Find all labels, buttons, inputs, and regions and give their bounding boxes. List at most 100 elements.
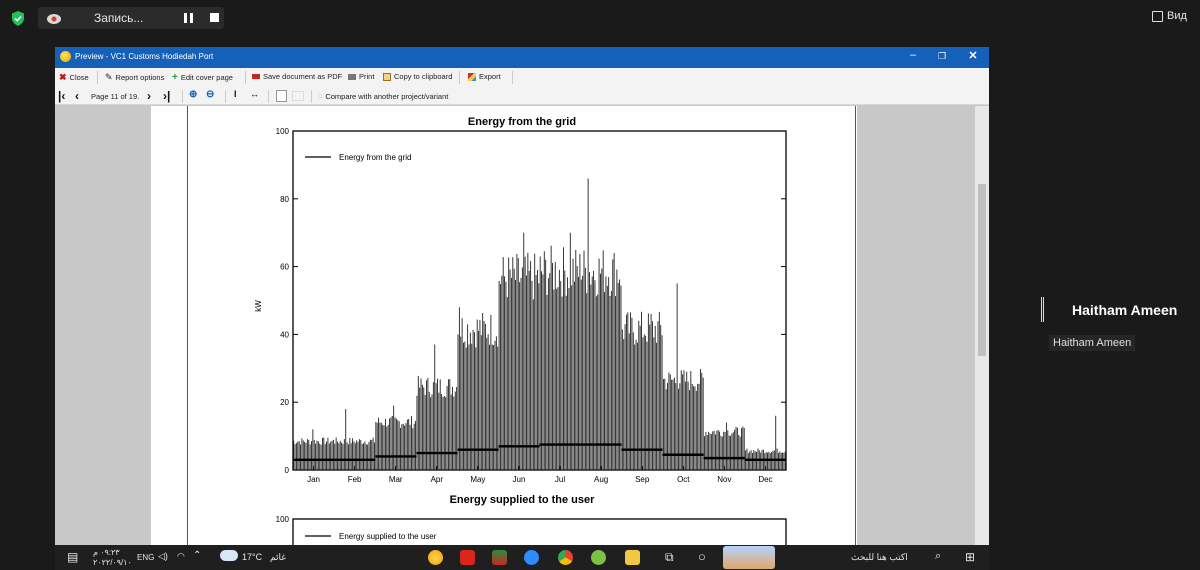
search-box[interactable]: اكتب هنا للبحث	[851, 552, 908, 563]
recording-label: Запись...	[94, 11, 144, 25]
edit-cover-button[interactable]: + Edit cover page	[172, 72, 233, 83]
weather-cloud-icon	[220, 550, 238, 561]
fit-height-icon[interactable]: I	[234, 89, 237, 99]
toolbar-navigation: |‹ ‹ Page 11 of 19. › ›| ⊕ ⊖ I ↔ :: Comp…	[55, 87, 989, 105]
clock-time[interactable]: ٠٩:٢٣ م	[93, 548, 120, 557]
page-indicator: Page 11 of 19.	[91, 92, 140, 101]
next-page-icon[interactable]: ›	[147, 89, 151, 103]
task-view-icon[interactable]: ⧉	[665, 550, 674, 565]
toolbar-main: ✖ Close ✎ Report options + Edit cover pa…	[55, 68, 989, 87]
grid-energy-chart: 0 20 40 60 80 100 Jan Feb Mar Apr May Jun Jul Aug Sep O…	[276, 127, 787, 484]
close-label: Close	[69, 73, 89, 82]
chart-title-grid: Energy from the grid	[468, 116, 576, 128]
search-icon[interactable]: ⌕	[935, 550, 941, 563]
legend-label-2: Energy supplied to the user	[339, 532, 437, 541]
view-layout-icon	[1152, 10, 1163, 22]
compare-label: Compare with another project/variant	[325, 92, 449, 101]
wifi-icon[interactable]: ◠	[177, 551, 185, 562]
report-charts: Energy from the grid kW 0 20 40 60 80 100 Jan F…	[254, 116, 787, 545]
y-axis-label: kW	[254, 300, 263, 312]
flag-app-icon[interactable]	[492, 550, 507, 565]
acrobat-icon[interactable]	[460, 550, 475, 565]
y-tick-label-2: 100	[276, 515, 290, 524]
zoom-in-icon[interactable]: ⊕	[189, 89, 197, 100]
stop-recording-button[interactable]	[210, 13, 219, 22]
window-title: Preview - VC1 Customs Hodiedah Port	[75, 52, 214, 61]
last-page-icon[interactable]: ›|	[163, 89, 170, 103]
x-tick-label: Jul	[555, 475, 565, 484]
single-page-icon[interactable]	[276, 90, 287, 102]
chrome-icon[interactable]	[558, 550, 573, 565]
previous-page-icon[interactable]: ‹	[75, 89, 79, 103]
app-icon	[60, 51, 71, 62]
report-options-label: Report options	[115, 73, 165, 82]
compare-icon: ::	[319, 93, 323, 100]
scrollbar-thumb[interactable]	[978, 184, 986, 356]
zoom-app-icon[interactable]	[524, 550, 539, 565]
window-close-button[interactable]: ✕	[963, 49, 983, 62]
x-tick-label: Oct	[677, 475, 690, 484]
meeting-screen: Запись... Вид Haitham Ameen Haitham Amee…	[0, 0, 1200, 570]
cortana-icon[interactable]: ○	[698, 549, 706, 564]
view-label: Вид	[1167, 10, 1187, 22]
save-pdf-button[interactable]: Save document as PDF	[252, 72, 342, 81]
x-tick-label: Apr	[431, 475, 444, 484]
app-plus-icon[interactable]	[591, 550, 606, 565]
export-label: Export	[479, 72, 501, 81]
first-page-icon[interactable]: |‹	[58, 89, 65, 103]
close-button[interactable]: ✖ Close	[59, 72, 89, 83]
print-button[interactable]: Print	[348, 72, 374, 81]
file-explorer-icon[interactable]	[625, 550, 640, 565]
pvsyst-app-icon[interactable]	[428, 550, 443, 565]
fit-width-icon[interactable]: ↔	[250, 89, 259, 99]
document-area[interactable]: Energy from the grid kW 0 20 40 60 80 100 Jan F…	[55, 106, 975, 545]
x-tick-label: Sep	[635, 475, 650, 484]
save-pdf-label: Save document as PDF	[263, 72, 343, 81]
restore-button[interactable]: ❐	[932, 51, 952, 62]
y-tick-label: 0	[285, 466, 290, 475]
x-tick-label: Nov	[717, 475, 731, 484]
x-tick-label: Feb	[348, 475, 362, 484]
copy-label: Copy to clipboard	[394, 72, 453, 81]
x-tick-label: Dec	[758, 475, 772, 484]
y-tick-label: 40	[280, 330, 289, 339]
report-page: Energy from the grid kW 0 20 40 60 80 100 Jan F…	[151, 106, 857, 545]
y-tick-label: 80	[280, 195, 289, 204]
preview-window: Preview - VC1 Customs Hodiedah Port – ❐ …	[55, 47, 989, 545]
legend-label: Energy from the grid	[339, 153, 411, 162]
vertical-scrollbar[interactable]	[975, 106, 989, 545]
pdf-icon	[252, 74, 260, 79]
news-widget-icon[interactable]	[723, 546, 775, 569]
language-indicator[interactable]: ENG	[137, 553, 154, 562]
y-tick-label: 60	[280, 263, 289, 272]
recording-indicator[interactable]: Запись...	[38, 7, 224, 29]
wrench-icon: ✎	[105, 72, 113, 82]
weather-text[interactable]: غائم	[270, 552, 286, 563]
clock-date[interactable]: ٢٠٢٢/٠٩/١٠	[93, 558, 132, 567]
notifications-icon[interactable]: ▤	[67, 550, 78, 564]
weather-temp[interactable]: 17°C	[242, 552, 262, 562]
plot-frame	[292, 130, 787, 471]
chart-icon	[468, 72, 476, 81]
edit-cover-label: Edit cover page	[180, 73, 233, 82]
view-button[interactable]: Вид	[1152, 10, 1187, 22]
minimize-button[interactable]: –	[903, 49, 923, 61]
export-button[interactable]: Export	[468, 72, 501, 81]
two-page-icon[interactable]	[292, 91, 304, 101]
report-options-button[interactable]: ✎ Report options	[105, 72, 164, 83]
copy-clipboard-button[interactable]: Copy to clipboard	[383, 72, 452, 81]
x-tick-label: Jan	[307, 475, 320, 484]
zoom-out-icon[interactable]: ⊖	[206, 89, 214, 100]
chevron-up-icon[interactable]: ⌃	[193, 550, 201, 561]
compare-button[interactable]: :: Compare with another project/variant	[319, 92, 448, 101]
clipboard-icon	[383, 72, 391, 81]
volume-icon[interactable]: ◁)	[158, 551, 168, 562]
pause-recording-button[interactable]	[184, 13, 194, 23]
security-shield-icon[interactable]	[11, 11, 25, 26]
user-energy-chart: 100 Energy supplied to the user	[276, 515, 787, 545]
plus-icon: +	[172, 72, 178, 83]
windows-start-icon[interactable]: ⊞	[965, 550, 975, 564]
x-tick-label: Jun	[513, 475, 526, 484]
speaker-indicator	[1041, 297, 1044, 322]
window-titlebar[interactable]: Preview - VC1 Customs Hodiedah Port – ❐ …	[55, 47, 989, 68]
